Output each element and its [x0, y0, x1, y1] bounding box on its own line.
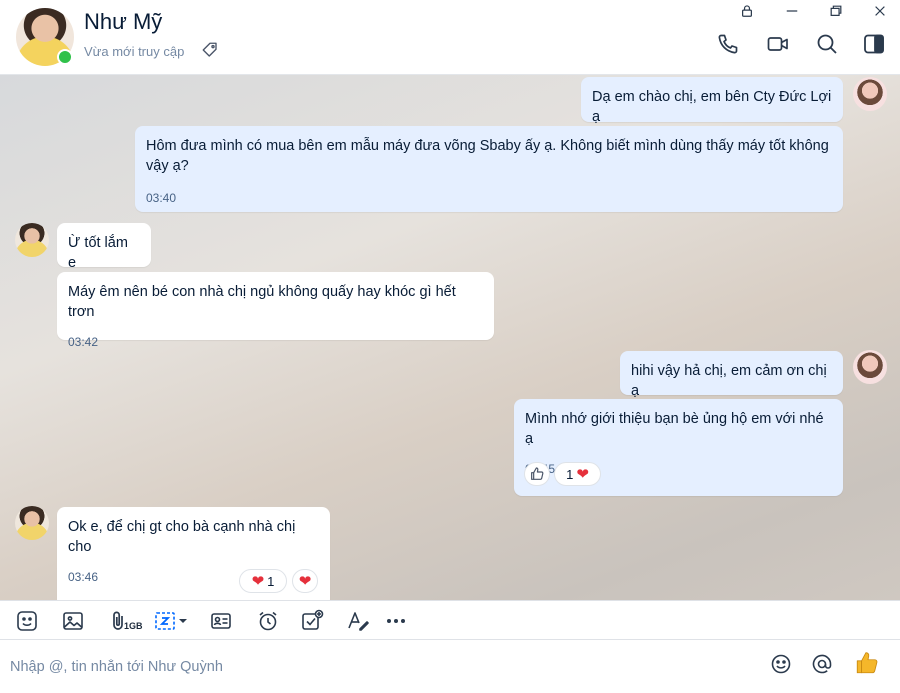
text-format-button[interactable] — [346, 609, 370, 633]
screenshot-button[interactable] — [153, 609, 189, 633]
more-options-button[interactable] — [384, 609, 408, 633]
send-image-button[interactable] — [61, 609, 85, 633]
message-composer — [0, 640, 900, 693]
message-text: Mình nhớ giới thiệu bạn bè ủng hộ em với… — [525, 411, 824, 447]
file-size-limit-badge: 1GB — [124, 621, 143, 631]
video-call-icon[interactable] — [766, 32, 790, 56]
minimize-icon[interactable] — [785, 4, 799, 18]
like-reaction-button[interactable] — [524, 462, 550, 486]
contact-last-seen: Vừa mới truy cập — [84, 44, 185, 59]
contact-card-icon — [211, 613, 231, 629]
message-text: hihi vậy hả chị, em cảm ơn chị ạ — [631, 363, 827, 399]
message-bubble[interactable]: Hôm đưa mình có mua bên em mẫu máy đưa v… — [135, 126, 843, 212]
phone-call-icon[interactable] — [716, 32, 740, 56]
heart-icon: ❤ — [576, 465, 589, 483]
restore-icon[interactable] — [829, 4, 843, 18]
send-contact-card-button[interactable] — [209, 609, 233, 633]
create-task-button[interactable] — [300, 609, 324, 633]
heart-icon: ❤ — [251, 572, 265, 590]
message-bubble[interactable]: Dạ em chào chị, em bên Cty Đức Lợi ạ — [581, 77, 843, 125]
contact-name[interactable]: Như Mỹ — [84, 9, 162, 35]
heart-reaction-button[interactable]: ❤ — [292, 569, 318, 593]
online-status-indicator — [57, 49, 73, 65]
message-time: 03:40 — [146, 191, 177, 205]
message-text: Hôm đưa mình có mua bên em mẫu máy đưa v… — [146, 138, 829, 174]
message-bubble[interactable]: hihi vậy hả chị, em cảm ơn chị ạ — [620, 351, 843, 399]
heart-icon: ❤ — [298, 572, 312, 590]
message-bubble[interactable]: Ok e, để chị gt cho bà cạnh nhà chị cho … — [57, 507, 330, 600]
message-bubble[interactable]: Máy êm nên bé con nhà chị ngủ không quấy… — [57, 272, 494, 349]
tag-icon[interactable] — [201, 41, 219, 59]
message-text: Ok e, để chị gt cho bà cạnh nhà chị cho — [68, 519, 296, 555]
toggle-sidebar-icon[interactable] — [862, 32, 886, 56]
reaction-count: 1 — [267, 573, 275, 589]
task-add-icon — [302, 609, 324, 630]
message-list[interactable]: Dạ em chào chị, em bên Cty Đức Lợi ạ Hôm… — [0, 75, 900, 600]
reminder-button[interactable] — [256, 609, 280, 633]
contact-message-avatar[interactable] — [15, 506, 49, 540]
message-bubble[interactable]: Ừ tốt lắm e — [57, 223, 151, 271]
image-icon — [63, 612, 83, 630]
message-text: Dạ em chào chị, em bên Cty Đức Lợi ạ — [592, 89, 832, 125]
sender-avatar[interactable] — [853, 350, 887, 384]
contact-message-avatar[interactable] — [15, 223, 49, 257]
message-time: 03:42 — [68, 335, 99, 349]
more-horizontal-icon — [387, 619, 405, 623]
close-icon[interactable] — [873, 4, 887, 18]
reaction-summary[interactable]: 1 ❤ — [554, 462, 601, 486]
text-format-icon — [348, 612, 369, 631]
message-input[interactable] — [10, 655, 730, 679]
screenshot-icon — [155, 612, 175, 630]
composer-toolbar: 1GB — [0, 600, 900, 640]
mention-icon[interactable] — [810, 652, 834, 676]
sender-avatar[interactable] — [853, 77, 887, 111]
chat-header: Như Mỹ Vừa mới truy cập — [0, 0, 900, 75]
send-like-icon[interactable] — [854, 650, 880, 676]
message-text: Ừ tốt lắm e — [68, 235, 128, 271]
sticker-button[interactable] — [15, 609, 39, 633]
reaction-summary[interactable]: ❤ 1 — [239, 569, 287, 593]
emoji-icon[interactable] — [769, 652, 793, 676]
sticker-icon — [17, 611, 37, 631]
reaction-count: 1 — [566, 466, 574, 482]
message-text: Máy êm nên bé con nhà chị ngủ không quấy… — [68, 284, 456, 320]
search-icon[interactable] — [815, 32, 839, 56]
attach-file-button[interactable]: 1GB — [106, 609, 143, 633]
thumbs-up-outline-icon — [531, 467, 544, 480]
alarm-clock-icon — [259, 611, 277, 631]
lock-icon[interactable] — [740, 4, 754, 18]
chevron-down-icon[interactable] — [177, 615, 189, 627]
